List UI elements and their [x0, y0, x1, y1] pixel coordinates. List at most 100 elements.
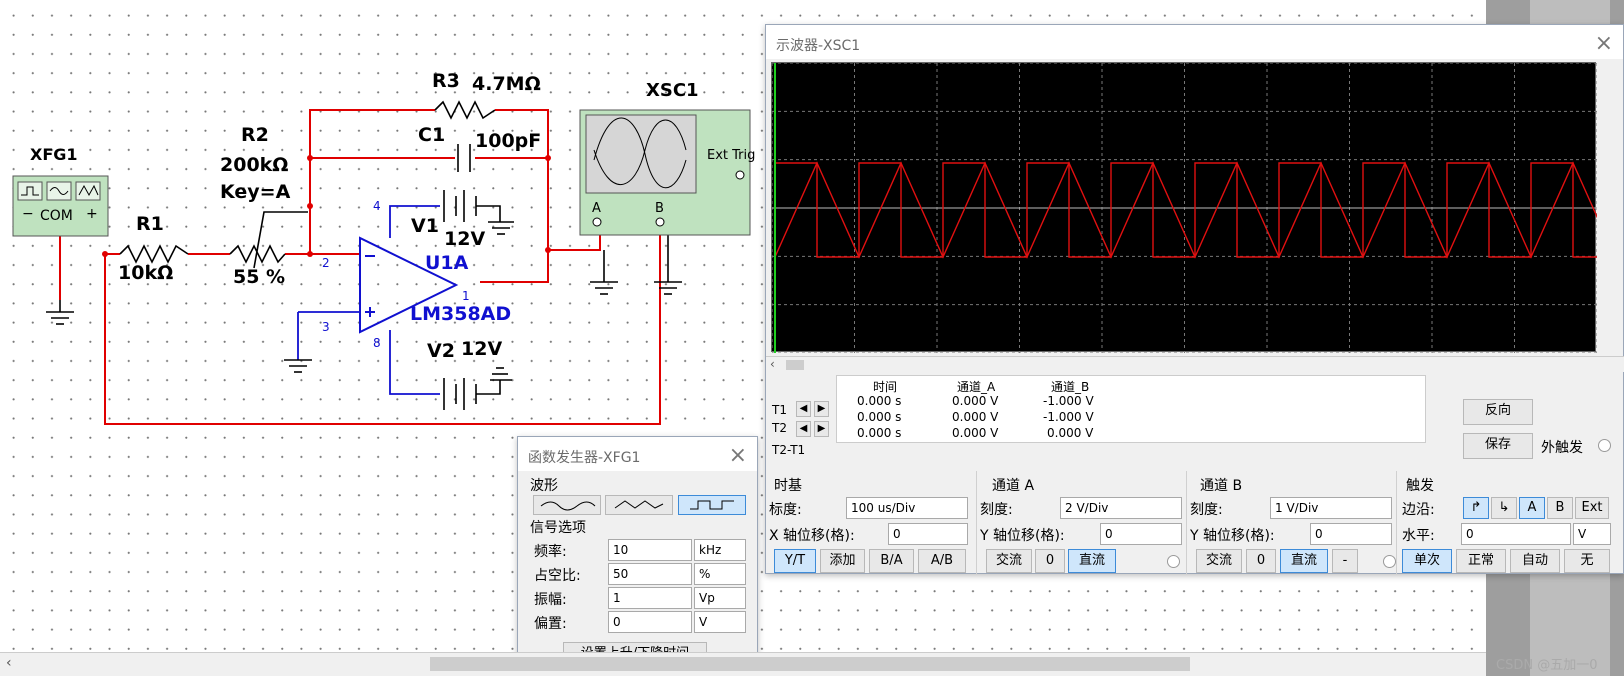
v2-value: 12V	[461, 338, 503, 360]
chan-a-scale-field[interactable]: 2 V/Div	[1060, 497, 1182, 519]
chan-b-radio[interactable]	[1383, 555, 1396, 568]
chan-b-ypos-field[interactable]: 0	[1310, 523, 1392, 545]
scroll-left-arrow-icon[interactable]: ‹	[6, 655, 12, 671]
sine-wave-button[interactable]	[533, 495, 601, 515]
none-button[interactable]: 无	[1564, 549, 1610, 573]
c1-name: C1	[418, 124, 446, 146]
trigger-level-field[interactable]: 0	[1461, 523, 1571, 545]
v1-value: 12V	[444, 228, 486, 250]
chan-b-scale-field[interactable]: 1 V/Div	[1270, 497, 1392, 519]
t2-a: 0.000 V	[952, 410, 999, 424]
col-time: 时间	[873, 380, 898, 394]
close-icon[interactable]: ×	[1595, 31, 1613, 56]
offset-field[interactable]: 0	[608, 611, 692, 633]
canvas-hscrollbar[interactable]: ‹	[0, 652, 1486, 676]
xfg1-com-label: COM	[40, 208, 73, 224]
rising-edge-button[interactable]: ↱	[1463, 497, 1489, 519]
u1a-name: U1A	[425, 252, 469, 274]
watermark: CSDN @五加一0	[1496, 658, 1598, 673]
sine-icon	[540, 501, 596, 511]
freq-field[interactable]: 10	[608, 539, 692, 561]
xfg1-minus: −	[22, 206, 34, 222]
chan-b-zero-button[interactable]: 0	[1246, 549, 1276, 573]
triangle-wave-button[interactable]	[605, 495, 673, 515]
chan-a-dc-button[interactable]: 直流	[1068, 549, 1116, 573]
freq-unit[interactable]: kHz	[694, 539, 746, 561]
ab-button[interactable]: A/B	[918, 549, 966, 573]
timebase-scale-field[interactable]: 100 us/Div	[846, 497, 968, 519]
yt-button[interactable]: Y/T	[774, 549, 816, 573]
xfg1-plus: +	[86, 206, 98, 222]
auto-button[interactable]: 自动	[1510, 549, 1560, 573]
ext-trigger-radio[interactable]	[1598, 439, 1611, 452]
t2t1-time: 0.000 s	[857, 426, 902, 440]
amplitude-field[interactable]: 1	[608, 587, 692, 609]
trigger-b-button[interactable]: B	[1547, 497, 1573, 519]
add-button[interactable]: 添加	[820, 549, 865, 573]
u1a-pin8: 8	[373, 336, 381, 350]
t1-b: -1.000 V	[1043, 394, 1094, 408]
timebase-title: 时基	[774, 478, 802, 494]
scroll-thumb[interactable]	[786, 360, 804, 370]
square-wave-button[interactable]	[678, 495, 746, 515]
chan-b-dc-button[interactable]: 直流	[1280, 549, 1328, 573]
scope-trace-triangle	[774, 161, 1616, 259]
cursor-readout-table: 时间 通道_A 通道_B 0.000 s 0.000 V -1.000 V 0.…	[836, 375, 1426, 443]
r1-value: 10kΩ	[118, 262, 174, 284]
t1-right-icon[interactable]: ▶	[814, 401, 829, 417]
r2-name: R2	[241, 124, 269, 146]
trigger-a-button[interactable]: A	[1519, 497, 1545, 519]
scroll-left-icon[interactable]: ‹	[770, 357, 775, 371]
t2t1-b: 0.000 V	[1047, 426, 1094, 440]
t2-left-icon[interactable]: ◀	[796, 421, 811, 437]
square-icon	[690, 500, 734, 510]
r2-key: Key=A	[220, 181, 291, 203]
chan-a-radio[interactable]	[1167, 555, 1180, 568]
chan-a-ypos-field[interactable]: 0	[1100, 523, 1182, 545]
fgen-close-icon[interactable]: ×	[729, 443, 747, 468]
ext-trigger-label: 外触发	[1541, 440, 1583, 456]
ba-button[interactable]: B/A	[869, 549, 914, 573]
function-generator-window[interactable]: 函数发生器-XFG1 × 波形 信号选项 频率: 10 kHz 占空比: 50 …	[517, 436, 758, 676]
chan-b-minus-button[interactable]: -	[1332, 549, 1358, 573]
u1a-pin1: 1	[462, 289, 470, 303]
amplitude-label: 振幅:	[534, 592, 567, 608]
trigger-title: 触发	[1406, 478, 1434, 494]
schematic-drawing	[12, 100, 751, 425]
normal-button[interactable]: 正常	[1456, 549, 1506, 573]
chan-a-zero-button[interactable]: 0	[1035, 549, 1065, 573]
falling-edge-button[interactable]: ↳	[1491, 497, 1517, 519]
oscilloscope-window[interactable]: 示波器-XSC1 × ‹ T1 T2 T2-T1 ◀ ▶ ◀ ▶ 时间 通道_A…	[765, 24, 1624, 575]
t1-left-icon[interactable]: ◀	[796, 401, 811, 417]
chan-b-title: 通道 B	[1200, 478, 1243, 494]
save-button[interactable]: 保存	[1463, 433, 1533, 459]
v1-name: V1	[411, 215, 439, 237]
chan-a-ac-button[interactable]: 交流	[986, 549, 1032, 573]
trigger-ext-button[interactable]: Ext	[1575, 497, 1609, 519]
x-position-field[interactable]: 0	[888, 523, 968, 545]
xsc1-label: XSC1	[646, 80, 699, 101]
t2-right-icon[interactable]: ▶	[814, 421, 829, 437]
t2-b: -1.000 V	[1043, 410, 1094, 424]
single-button[interactable]: 单次	[1402, 549, 1452, 573]
scope-hscrollbar[interactable]: ‹	[766, 356, 1624, 372]
amplitude-unit[interactable]: Vp	[694, 587, 746, 609]
duty-unit[interactable]: %	[694, 563, 746, 585]
reverse-button[interactable]: 反向	[1463, 399, 1533, 425]
scope-plot	[771, 62, 1616, 354]
u1a-part: LM358AD	[410, 303, 512, 325]
oscilloscope-titlebar[interactable]: 示波器-XSC1	[766, 25, 1623, 59]
chan-b-ac-button[interactable]: 交流	[1196, 549, 1242, 573]
xsc1-chan-b: B	[655, 201, 664, 216]
fgen-titlebar[interactable]: 函数发生器-XFG1	[518, 437, 757, 471]
duty-field[interactable]: 50	[608, 563, 692, 585]
offset-unit[interactable]: V	[694, 611, 746, 633]
trigger-level-unit[interactable]: V	[1573, 523, 1611, 545]
c1-value: 100pF	[475, 130, 542, 152]
canvas-scroll-thumb[interactable]	[430, 657, 1190, 671]
xsc1-ext-trig: Ext Trig	[707, 148, 756, 163]
scope-display[interactable]	[771, 62, 1616, 354]
t1-time: 0.000 s	[857, 394, 902, 408]
r1-name: R1	[136, 213, 164, 235]
u1a-pin2: 2	[322, 256, 330, 270]
